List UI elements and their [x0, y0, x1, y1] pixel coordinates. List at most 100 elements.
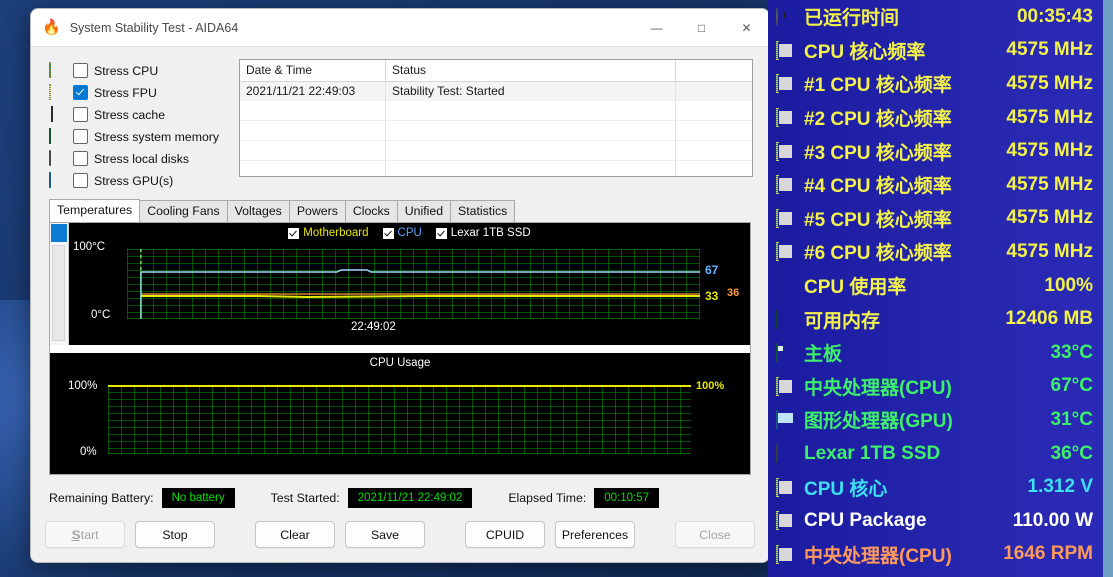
- cpuid-button[interactable]: CPUID: [465, 521, 545, 548]
- log-cell-extra: [676, 82, 752, 101]
- stress-cache-label: Stress cache: [94, 107, 166, 122]
- osd-value-cpu-fan: 1646 RPM: [1003, 543, 1093, 565]
- osd-value-core3-clock: 4575 MHz: [1006, 140, 1093, 162]
- legend-cpu-checkbox[interactable]: [382, 227, 394, 239]
- stress-gpu-checkbox[interactable]: [73, 173, 88, 188]
- legend-ssd-checkbox[interactable]: [435, 227, 447, 239]
- stress-option-fpu[interactable]: Stress FPU: [49, 83, 227, 102]
- tab-cooling-fans[interactable]: Cooling Fans: [139, 200, 228, 222]
- chart-scrollbar-track[interactable]: [52, 245, 65, 341]
- osd-row-cpu-package-power: CPU Package 110.00 W: [768, 504, 1103, 538]
- memory-icon: [776, 309, 795, 329]
- log-column-status[interactable]: Status: [386, 60, 676, 81]
- window-titlebar: 🔥 System Stability Test - AIDA64 — □ ✕: [31, 9, 769, 46]
- tab-powers[interactable]: Powers: [288, 200, 346, 222]
- osd-row-core4-clock: #4 CPU 核心频率 4575 MHz: [768, 168, 1103, 202]
- osd-value-cpu-package-power: 110.00 W: [1012, 509, 1093, 531]
- legend-ssd-label: Lexar 1TB SSD: [450, 227, 531, 239]
- stress-memory-checkbox[interactable]: [73, 129, 88, 144]
- osd-value-uptime: 00:35:43: [1016, 5, 1093, 27]
- stress-memory-label: Stress system memory: [94, 129, 220, 144]
- close-button[interactable]: Close: [675, 521, 755, 548]
- tab-clocks[interactable]: Clocks: [344, 200, 398, 222]
- osd-label-cpu-temp: 中央处理器(CPU): [804, 377, 952, 399]
- osd-label-core4-clock: #4 CPU 核心频率: [804, 176, 952, 198]
- legend-item-cpu[interactable]: CPU: [382, 227, 422, 239]
- osd-row-motherboard-temp: 主板 33°C: [768, 336, 1103, 370]
- elapsed-time-value: 00:10:57: [594, 488, 660, 508]
- close-icon[interactable]: ✕: [724, 9, 769, 46]
- temp-x-tick-label: 22:49:02: [351, 321, 396, 333]
- stress-gpu-label: Stress GPU(s): [94, 173, 174, 188]
- osd-row-core3-clock: #3 CPU 核心频率 4575 MHz: [768, 134, 1103, 168]
- chip-icon: [776, 108, 795, 128]
- osd-label-cpu-clock: CPU 核心频率: [804, 41, 926, 63]
- tab-unified[interactable]: Unified: [396, 200, 452, 222]
- flame-icon: 🔥: [42, 19, 61, 36]
- stress-cache-checkbox[interactable]: [73, 107, 88, 122]
- status-log-panel[interactable]: Date & Time Status 2021/11/21 22:49:03 S…: [239, 59, 753, 177]
- table-row[interactable]: 2021/11/21 22:49:03 Stability Test: Star…: [240, 82, 752, 101]
- start-button[interactable]: S Start: [45, 521, 125, 548]
- save-button[interactable]: Save: [345, 521, 425, 548]
- button-bar: S Start Stop Clear Save CPUID Preferences…: [31, 509, 769, 548]
- fpu-icon: [49, 84, 66, 100]
- temperatures-chart: Motherboard CPU Lexar 1TB SSD 100°C 0°C: [50, 223, 750, 345]
- cpu-usage-chart: CPU Usage 100% 0% 100%: [50, 353, 750, 474]
- stop-button[interactable]: Stop: [135, 521, 215, 548]
- elapsed-time-label: Elapsed Time:: [508, 491, 587, 505]
- log-cell-status: Stability Test: Started: [386, 82, 676, 101]
- cpu-usage-title: CPU Usage: [369, 357, 431, 369]
- window-title: System Stability Test - AIDA64: [69, 20, 239, 35]
- legend-item-ssd[interactable]: Lexar 1TB SSD: [435, 227, 531, 239]
- chip-icon: [776, 141, 795, 161]
- stress-cpu-checkbox[interactable]: [73, 63, 88, 78]
- temp-value-motherboard: 33: [705, 289, 719, 303]
- stress-option-disks[interactable]: Stress local disks: [49, 149, 227, 168]
- osd-rows-container: 已运行时间 00:35:43 CPU 核心频率 4575 MHz #1 CPU …: [768, 0, 1103, 577]
- cpu-y-bottom-label: 0%: [80, 446, 97, 458]
- clear-button[interactable]: Clear: [255, 521, 335, 548]
- osd-row-ssd-temp: Lexar 1TB SSD 36°C: [768, 437, 1103, 471]
- tab-temperatures[interactable]: Temperatures: [49, 199, 141, 222]
- chart-scrollbar-thumb[interactable]: [51, 224, 67, 242]
- osd-value-core1-clock: 4575 MHz: [1006, 72, 1093, 94]
- maximize-button[interactable]: □: [679, 9, 724, 46]
- chart-scrollbar[interactable]: [50, 223, 69, 345]
- stress-option-memory[interactable]: Stress system memory: [49, 127, 227, 146]
- tab-voltages[interactable]: Voltages: [226, 200, 290, 222]
- legend-item-motherboard[interactable]: Motherboard: [288, 227, 369, 239]
- stress-option-cpu[interactable]: Stress CPU: [49, 61, 227, 80]
- osd-value-free-memory: 12406 MB: [1005, 308, 1093, 330]
- osd-row-cpu-temp: 中央处理器(CPU) 67°C: [768, 370, 1103, 404]
- osd-row-free-memory: 可用内存 12406 MB: [768, 302, 1103, 336]
- legend-motherboard-checkbox[interactable]: [288, 227, 300, 239]
- log-column-extra[interactable]: [676, 60, 752, 81]
- osd-scrollbar[interactable]: [1103, 0, 1113, 577]
- stress-fpu-label: Stress FPU: [94, 85, 157, 100]
- osd-value-core2-clock: 4575 MHz: [1006, 106, 1093, 128]
- stress-option-cache[interactable]: Stress cache: [49, 105, 227, 124]
- chip-icon: [776, 40, 795, 60]
- tab-statistics[interactable]: Statistics: [450, 200, 516, 222]
- osd-value-core6-clock: 4575 MHz: [1006, 240, 1093, 262]
- stress-fpu-checkbox[interactable]: [73, 85, 88, 100]
- stress-disks-checkbox[interactable]: [73, 151, 88, 166]
- temp-value-ssd: 36: [727, 287, 740, 299]
- preferences-button[interactable]: Preferences: [555, 521, 635, 548]
- chip-icon: [776, 544, 795, 564]
- system-stability-test-window: 🔥 System Stability Test - AIDA64 — □ ✕ S…: [30, 8, 770, 563]
- osd-row-core6-clock: #6 CPU 核心频率 4575 MHz: [768, 235, 1103, 269]
- osd-value-gpu-temp: 31°C: [1050, 408, 1093, 430]
- stress-option-gpu[interactable]: Stress GPU(s): [49, 171, 227, 190]
- minimize-button[interactable]: —: [634, 9, 679, 46]
- osd-value-cpu-temp: 67°C: [1050, 375, 1093, 397]
- log-column-datetime[interactable]: Date & Time: [240, 60, 386, 81]
- osd-label-core5-clock: #5 CPU 核心频率: [804, 209, 952, 231]
- chip-icon: [776, 376, 795, 396]
- stress-disks-label: Stress local disks: [94, 151, 189, 166]
- gpu-icon: [49, 172, 66, 188]
- chip-icon: [776, 242, 795, 262]
- osd-label-cpu-package-power: CPU Package: [804, 509, 927, 531]
- battery-value: No battery: [161, 488, 235, 508]
